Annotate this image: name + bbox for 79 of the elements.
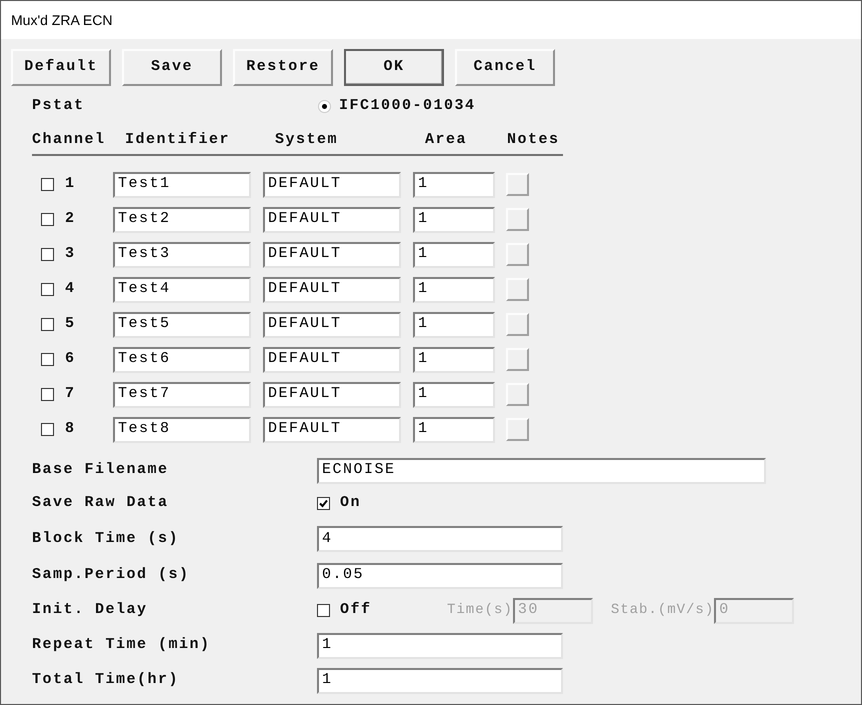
system-field[interactable]: DEFAULT [263, 312, 401, 338]
checkbox[interactable] [41, 178, 54, 191]
time-label: Time(s) [447, 601, 513, 620]
text-field[interactable]: 1 [317, 632, 563, 658]
notes-button[interactable] [506, 243, 529, 266]
area-field[interactable]: 1 [413, 206, 495, 232]
checkbox[interactable] [41, 213, 54, 226]
notes-button[interactable] [506, 313, 529, 336]
notes-button[interactable] [506, 348, 529, 371]
identifier-field[interactable]: Test8 [113, 416, 251, 442]
dialog-button[interactable]: OK [344, 49, 444, 86]
checkbox[interactable] [41, 283, 54, 296]
notes-button[interactable] [506, 208, 529, 231]
channel-number: 6 [65, 349, 77, 370]
channel-number: 3 [65, 244, 77, 264]
system-field[interactable]: DEFAULT [263, 172, 401, 198]
checkbox-label: On [340, 493, 362, 514]
text-field[interactable]: 0.05 [317, 562, 563, 588]
checkbox[interactable] [41, 353, 54, 366]
checkbox[interactable] [41, 423, 54, 436]
notes-button[interactable] [506, 418, 529, 441]
dialog-button[interactable]: Save [122, 49, 222, 86]
identifier-field[interactable]: Test3 [113, 242, 251, 268]
identifier-field[interactable]: Test1 [113, 172, 251, 198]
area-field[interactable]: 1 [413, 172, 495, 198]
setting-label: Base Filename [32, 460, 170, 480]
system-field[interactable]: DEFAULT [263, 382, 401, 408]
identifier-field[interactable]: Test6 [113, 346, 251, 372]
dialog-button[interactable]: Cancel [455, 49, 555, 86]
pstat-option: IFC1000-01034 [339, 94, 476, 118]
stab-label: Stab.(mV/s) [610, 601, 714, 620]
text-field[interactable]: ECNOISE [317, 458, 766, 484]
channel-number: 2 [65, 209, 77, 230]
setting-label: Samp.Period (s) [32, 565, 191, 586]
channel-number: 5 [65, 314, 77, 334]
notes-button[interactable] [506, 173, 529, 196]
system-field[interactable]: DEFAULT [263, 242, 401, 268]
checkbox[interactable] [41, 388, 54, 401]
system-field[interactable]: DEFAULT [263, 416, 401, 442]
channel-number: 4 [65, 279, 77, 300]
channel-number: 8 [65, 419, 77, 440]
identifier-field[interactable]: Test2 [113, 206, 251, 232]
dialog-button[interactable]: Restore [233, 49, 333, 86]
notes-button[interactable] [506, 278, 529, 301]
notes-button[interactable] [506, 383, 529, 406]
channel-number: 1 [65, 174, 77, 194]
setting-label: Init. Delay [32, 600, 149, 620]
window-title: Mux'd ZRA ECN [11, 10, 112, 30]
identifier-field[interactable]: Test5 [113, 312, 251, 338]
checkbox[interactable] [41, 248, 54, 261]
pstat-label: Pstat [32, 96, 86, 116]
area-field[interactable]: 1 [413, 382, 495, 408]
area-field[interactable]: 1 [413, 242, 495, 268]
setting-label: Save Raw Data [32, 493, 170, 514]
text-field[interactable]: 1 [317, 668, 563, 694]
text-field[interactable]: 4 [317, 526, 563, 552]
area-field[interactable]: 1 [413, 416, 495, 442]
checkbox[interactable] [317, 497, 330, 510]
system-field[interactable]: DEFAULT [263, 276, 401, 302]
channel-number: 7 [65, 384, 77, 404]
dialog-button[interactable]: Default [11, 49, 111, 86]
radio-button[interactable] [318, 100, 331, 112]
column-header: Identifier [125, 130, 230, 148]
system-field[interactable]: DEFAULT [263, 206, 401, 232]
column-header: Area [425, 130, 468, 148]
area-field[interactable]: 1 [413, 312, 495, 338]
identifier-field[interactable]: Test4 [113, 276, 251, 302]
setting-label: Total Time(hr) [32, 670, 180, 690]
setting-label: Repeat Time (min) [32, 635, 212, 656]
identifier-field[interactable]: Test7 [113, 382, 251, 408]
column-header: Channel [32, 130, 106, 148]
checkbox-label: Off [340, 600, 373, 620]
checkbox[interactable] [41, 318, 54, 331]
area-field[interactable]: 1 [413, 276, 495, 302]
column-header: System [275, 130, 338, 148]
area-field[interactable]: 1 [413, 346, 495, 372]
setting-label: Block Time (s) [32, 528, 180, 549]
column-header: Notes [507, 130, 560, 148]
system-field[interactable]: DEFAULT [263, 346, 401, 372]
